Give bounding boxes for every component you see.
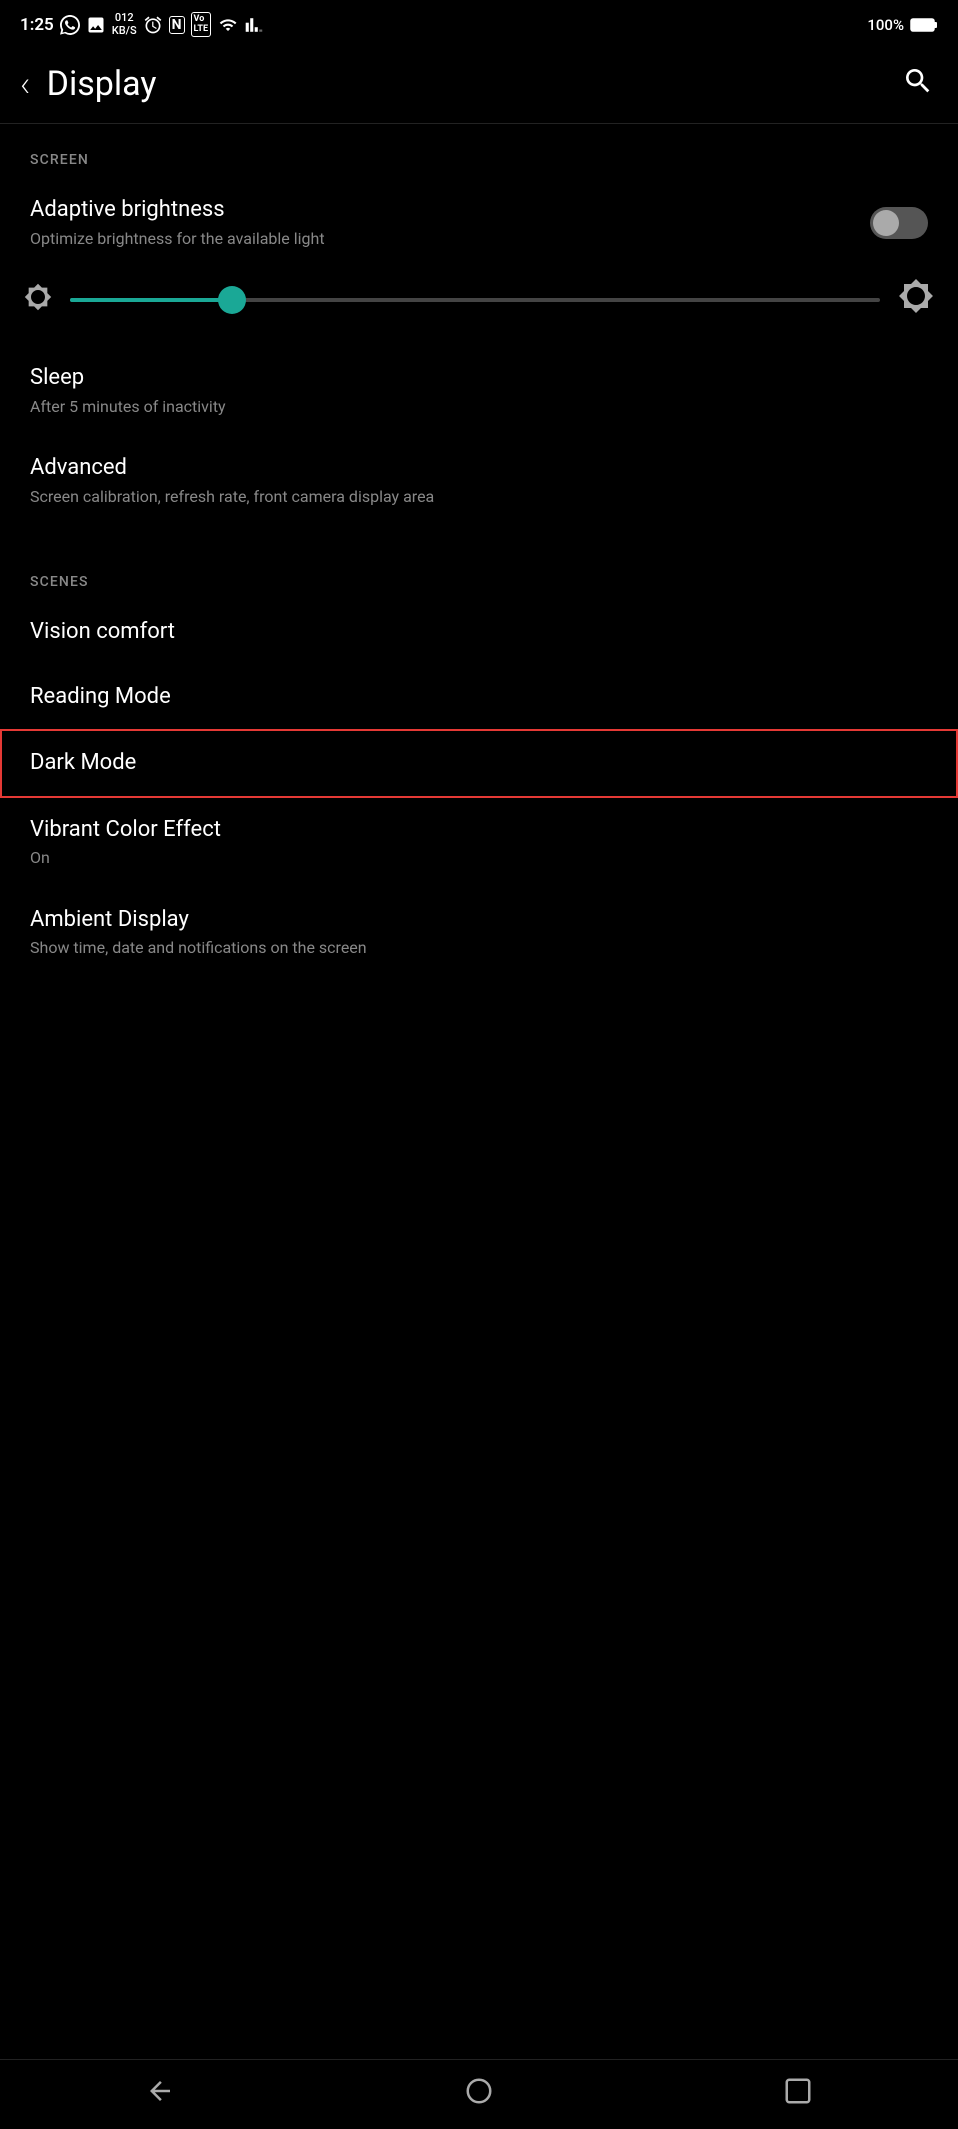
nfc-icon: N: [169, 16, 185, 34]
brightness-min-icon: [24, 283, 52, 317]
brightness-slider-row: [0, 268, 958, 346]
vision-comfort-item[interactable]: Vision comfort: [0, 600, 958, 665]
vibrant-color-effect-subtitle: On: [30, 847, 928, 869]
screen-section-label: SCREEN: [0, 124, 958, 178]
wifi-icon: [217, 16, 239, 34]
page-title: Display: [47, 64, 886, 104]
sleep-subtitle: After 5 minutes of inactivity: [30, 396, 928, 418]
dark-mode-content: Dark Mode: [30, 749, 928, 778]
vibrant-color-effect-item[interactable]: Vibrant Color Effect On: [0, 798, 958, 888]
reading-mode-title: Reading Mode: [30, 683, 928, 712]
advanced-title: Advanced: [30, 454, 928, 483]
advanced-content: Advanced Screen calibration, refresh rat…: [30, 454, 928, 508]
adaptive-brightness-toggle[interactable]: [870, 207, 928, 239]
search-button[interactable]: [902, 65, 934, 104]
alarm-icon: [143, 15, 163, 35]
brightness-thumb[interactable]: [218, 286, 246, 314]
reading-mode-item[interactable]: Reading Mode: [0, 665, 958, 730]
brightness-fill: [70, 298, 232, 302]
adaptive-brightness-content: Adaptive brightness Optimize brightness …: [30, 196, 854, 250]
nav-home-button[interactable]: [464, 2076, 494, 2113]
nav-back-button[interactable]: [145, 2076, 175, 2113]
scenes-section-label: SCENES: [0, 546, 958, 600]
battery-percent: 100%: [867, 16, 904, 34]
page-header: ‹ Display: [0, 45, 958, 123]
gallery-icon: [86, 15, 106, 35]
whatsapp-icon: [60, 15, 80, 35]
signal-icon: [245, 16, 263, 34]
ambient-display-content: Ambient Display Show time, date and noti…: [30, 906, 928, 960]
nav-spacer: [0, 978, 958, 1058]
status-time: 1:25: [20, 15, 54, 35]
ambient-display-subtitle: Show time, date and notifications on the…: [30, 937, 928, 959]
ambient-display-title: Ambient Display: [30, 906, 928, 935]
brightness-max-icon: [898, 278, 934, 322]
adaptive-brightness-subtitle: Optimize brightness for the available li…: [30, 228, 854, 250]
reading-mode-content: Reading Mode: [30, 683, 928, 712]
sleep-item[interactable]: Sleep After 5 minutes of inactivity: [0, 346, 958, 436]
battery-status: 100%: [867, 16, 938, 34]
sleep-title: Sleep: [30, 364, 928, 393]
nav-recents-button[interactable]: [783, 2076, 813, 2113]
sleep-content: Sleep After 5 minutes of inactivity: [30, 364, 928, 418]
advanced-item[interactable]: Advanced Screen calibration, refresh rat…: [0, 436, 958, 526]
dark-mode-item[interactable]: Dark Mode: [0, 729, 958, 798]
vibrant-color-effect-content: Vibrant Color Effect On: [30, 816, 928, 870]
status-icons: 012 KB/S N Vo LTE: [60, 12, 263, 37]
adaptive-brightness-item[interactable]: Adaptive brightness Optimize brightness …: [0, 178, 958, 268]
advanced-subtitle: Screen calibration, refresh rate, front …: [30, 486, 928, 508]
vibrant-color-effect-title: Vibrant Color Effect: [30, 816, 928, 845]
vision-comfort-content: Vision comfort: [30, 618, 928, 647]
volte-icon: Vo LTE: [191, 12, 212, 37]
dark-mode-title: Dark Mode: [30, 749, 928, 778]
adaptive-brightness-title: Adaptive brightness: [30, 196, 854, 225]
brightness-track[interactable]: [70, 298, 880, 302]
vision-comfort-title: Vision comfort: [30, 618, 928, 647]
data-speed-icon: 012 KB/S: [112, 12, 137, 36]
status-bar: 1:25 012 KB/S N Vo: [0, 0, 958, 45]
navigation-bar: [0, 2059, 958, 2129]
battery-icon: [910, 17, 938, 33]
ambient-display-item[interactable]: Ambient Display Show time, date and noti…: [0, 888, 958, 978]
back-button[interactable]: ‹: [20, 63, 31, 105]
